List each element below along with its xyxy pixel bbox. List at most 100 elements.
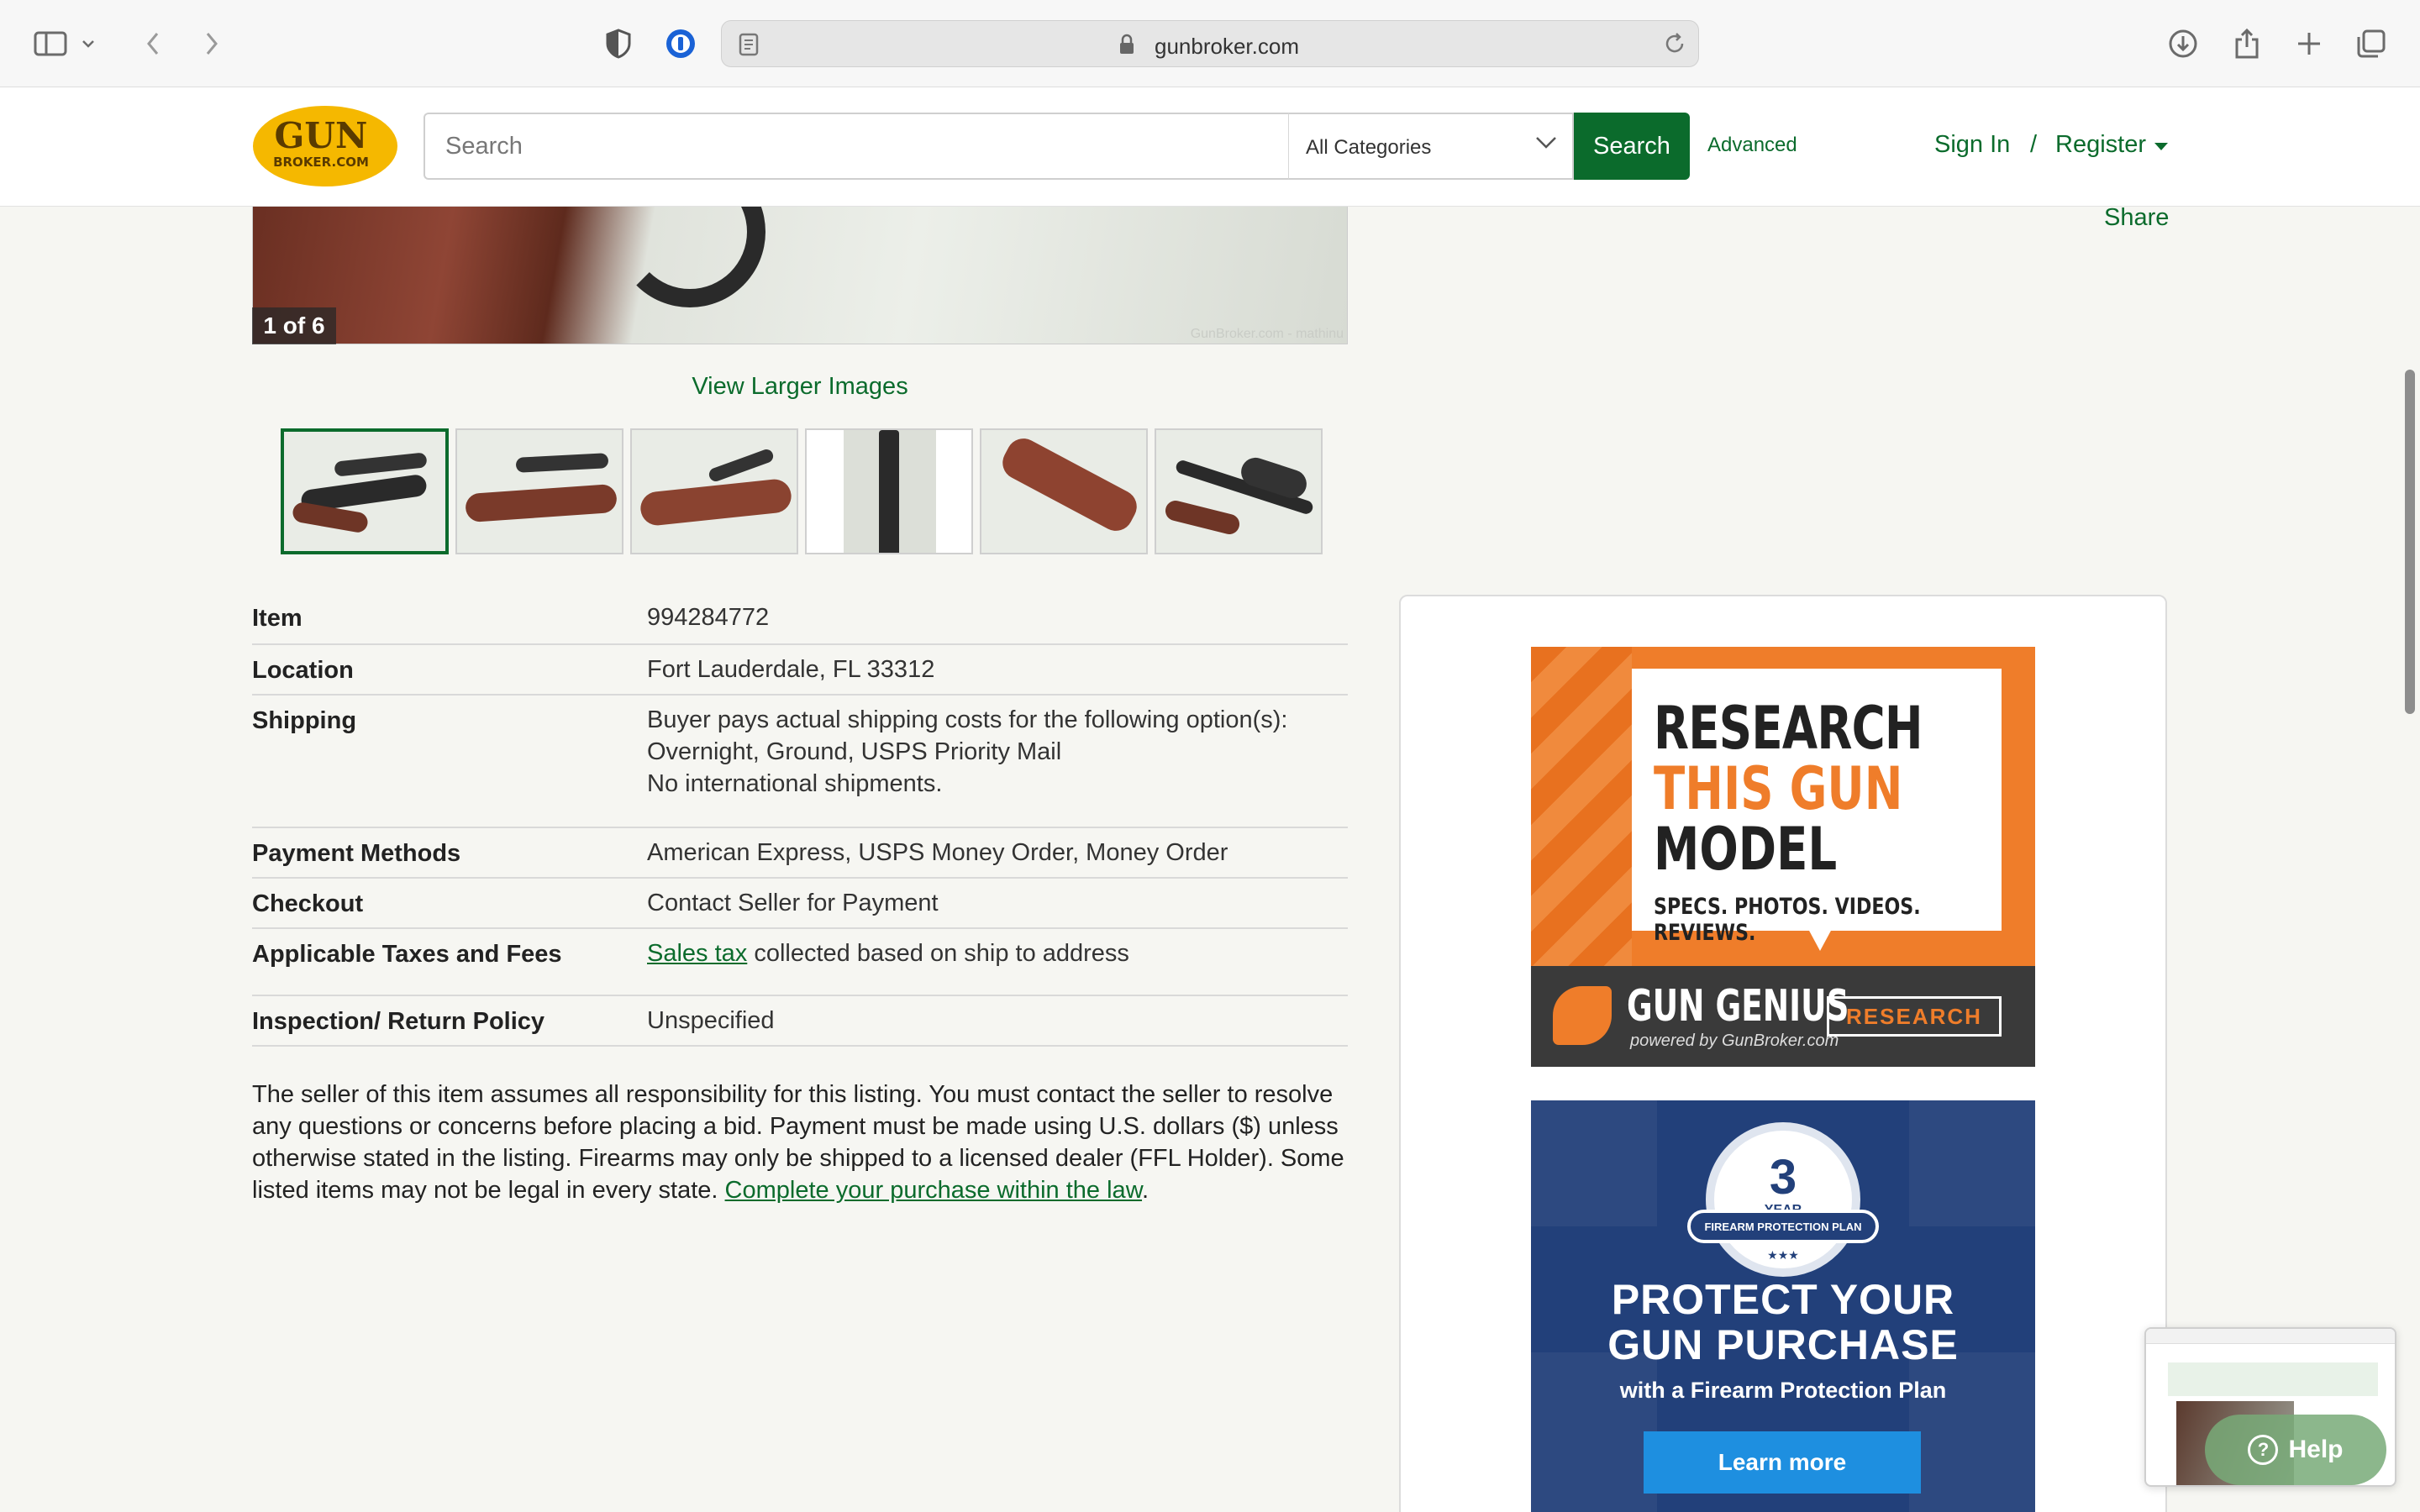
thumbnail-6[interactable] (1155, 428, 1323, 554)
browser-toolbar: gunbroker.com (0, 0, 2420, 87)
thumbnail-3[interactable] (630, 428, 798, 554)
view-larger-label: View Larger Images (692, 373, 908, 400)
view-larger-images-link[interactable]: View Larger Images (252, 373, 1348, 401)
detail-row-taxes: Applicable Taxes and Fees Sales tax coll… (252, 929, 1348, 996)
detail-key: Applicable Taxes and Fees (252, 941, 562, 968)
password-manager-icon[interactable] (662, 25, 699, 62)
thumbnail-4[interactable] (805, 428, 973, 554)
preview-toolbar (2146, 1329, 2395, 1344)
detail-value: Fort Lauderdale, FL 33312 (647, 656, 935, 683)
protection-plan-ad[interactable]: 3 YEAR FIREARM PROTECTION PLAN ★★★ PROTE… (1531, 1100, 2035, 1512)
ad-headline-1: PROTECT YOUR (1611, 1276, 1955, 1323)
downloads-icon[interactable] (2165, 25, 2202, 62)
share-link[interactable]: Share (2104, 204, 2169, 232)
sales-tax-link[interactable]: Sales tax (647, 940, 747, 967)
search-input[interactable] (425, 114, 1289, 178)
thumbnail-strip (281, 428, 1323, 554)
detail-value: Unspecified (647, 1007, 775, 1034)
detail-key: Shipping (252, 707, 357, 734)
svg-text:GUN: GUN (275, 115, 368, 156)
ad-headline-2: GUN PURCHASE (1607, 1321, 1959, 1368)
ad-tagline: SPECS. PHOTOS. VIDEOS. REVIEWS. (1654, 894, 1921, 946)
search-input-wrapper (424, 113, 1289, 180)
chevron-down-icon[interactable] (77, 25, 99, 62)
detail-row-checkout: Checkout Contact Seller for Payment (252, 879, 1348, 929)
main-item-photo[interactable]: GunBroker.com - mathinu (252, 207, 1348, 344)
category-select[interactable]: All Categories (1288, 113, 1574, 180)
sign-in-link[interactable]: Sign In (1934, 131, 2010, 159)
back-icon[interactable] (134, 25, 171, 62)
gun-genius-subtitle: powered by GunBroker.com (1630, 1032, 1839, 1050)
detail-key: Payment Methods (252, 840, 461, 867)
photo-watermark: GunBroker.com - mathinu (1190, 327, 1344, 341)
chevron-down-icon (1535, 136, 1557, 154)
new-tab-icon[interactable] (2291, 25, 2328, 62)
detail-row-location: Location Fort Lauderdale, FL 33312 (252, 645, 1348, 696)
detail-row-item: Item 994284772 (252, 593, 1348, 645)
ad-line-research: RESEARCH (1654, 694, 1923, 763)
forward-icon[interactable] (193, 25, 230, 62)
category-select-value: All Categories (1306, 136, 1432, 159)
detail-value: Sales tax collected based on ship to add… (647, 937, 1129, 969)
disclaimer-end: . (1142, 1177, 1150, 1204)
tab-overview-icon[interactable] (2353, 25, 2390, 62)
ad-background-pattern (1531, 647, 1632, 966)
share-icon[interactable] (2228, 25, 2265, 62)
detail-row-return-policy: Inspection/ Return Policy Unspecified (252, 996, 1348, 1047)
shipping-line-1: Buyer pays actual shipping costs for the… (647, 706, 1288, 733)
auth-separator: / (2030, 131, 2038, 158)
reload-icon[interactable] (1663, 32, 1686, 60)
seller-disclaimer: The seller of this item assumes all resp… (252, 1079, 1344, 1206)
sidebar-icon[interactable] (32, 25, 69, 62)
shipping-line-2: Overnight, Ground, USPS Priority Mail (647, 738, 1062, 765)
badge-number: 3 (1769, 1150, 1797, 1205)
purchase-within-law-link[interactable]: Complete your purchase within the law (725, 1177, 1142, 1204)
badge-ribbon: FIREARM PROTECTION PLAN (1687, 1210, 1879, 1243)
gun-genius-brand: GUN GENIUS (1627, 981, 1849, 1032)
research-button[interactable]: RESEARCH (1827, 996, 2002, 1037)
taxes-text: collected based on ship to address (747, 940, 1129, 967)
detail-key: Location (252, 657, 354, 684)
gunbroker-logo[interactable]: GUN BROKER.COM (250, 104, 400, 188)
page-scrollbar[interactable] (2405, 370, 2415, 714)
detail-row-payment-methods: Payment Methods American Express, USPS M… (252, 828, 1348, 879)
help-button[interactable]: ? Help (2205, 1415, 2386, 1485)
detail-value: 994284772 (647, 604, 770, 631)
detail-key: Checkout (252, 890, 364, 917)
svg-text:BROKER.COM: BROKER.COM (273, 155, 369, 170)
detail-key: Inspection/ Return Policy (252, 1008, 545, 1035)
question-icon: ? (2248, 1435, 2279, 1465)
speech-tail (1808, 929, 1832, 951)
detail-value: Buyer pays actual shipping costs for the… (647, 704, 1287, 800)
badge-stars: ★★★ (1767, 1248, 1799, 1262)
thumbnail-1[interactable] (281, 428, 449, 554)
ad-footer: GUN GENIUS powered by GunBroker.com RESE… (1531, 966, 2035, 1067)
register-link[interactable]: Register (2055, 131, 2146, 159)
research-gun-ad[interactable]: RESEARCH THIS GUN MODEL SPECS. PHOTOS. V… (1531, 647, 2035, 1067)
ad-line-model: MODEL (1654, 815, 1838, 884)
ad-speech-card: RESEARCH THIS GUN MODEL SPECS. PHOTOS. V… (1632, 669, 2002, 946)
search-button[interactable]: Search (1574, 113, 1690, 180)
detail-row-shipping: Shipping Buyer pays actual shipping cost… (252, 696, 1348, 828)
preview-banner (2168, 1362, 2378, 1396)
advanced-search-link[interactable]: Advanced (1707, 134, 1797, 157)
gun-genius-logo-icon (1553, 986, 1612, 1045)
thumbnail-2[interactable] (455, 428, 623, 554)
shipping-line-3: No international shipments. (647, 770, 943, 797)
ad-subline: with a Firearm Protection Plan (1619, 1378, 1947, 1403)
thumbnail-5[interactable] (980, 428, 1148, 554)
detail-value: American Express, USPS Money Order, Mone… (647, 839, 1228, 866)
detail-key: Item (252, 605, 302, 632)
caret-down-icon[interactable] (2154, 143, 2168, 150)
ad-line-this-gun: THIS GUN (1654, 754, 1903, 823)
privacy-shield-icon[interactable] (600, 25, 637, 62)
item-details-table: Item 994284772 Location Fort Lauderdale,… (252, 593, 1348, 1047)
learn-more-button[interactable]: Learn more (1644, 1431, 1921, 1494)
url-text: gunbroker.com (1155, 34, 1299, 59)
photo-counter: 1 of 6 (252, 307, 336, 344)
photo-trigger-guard (614, 207, 765, 307)
help-label: Help (2288, 1436, 2344, 1463)
address-bar[interactable]: gunbroker.com (721, 20, 1699, 67)
site-header: GUN BROKER.COM All Categories Search Adv… (0, 87, 2420, 207)
detail-value: Contact Seller for Payment (647, 890, 939, 916)
